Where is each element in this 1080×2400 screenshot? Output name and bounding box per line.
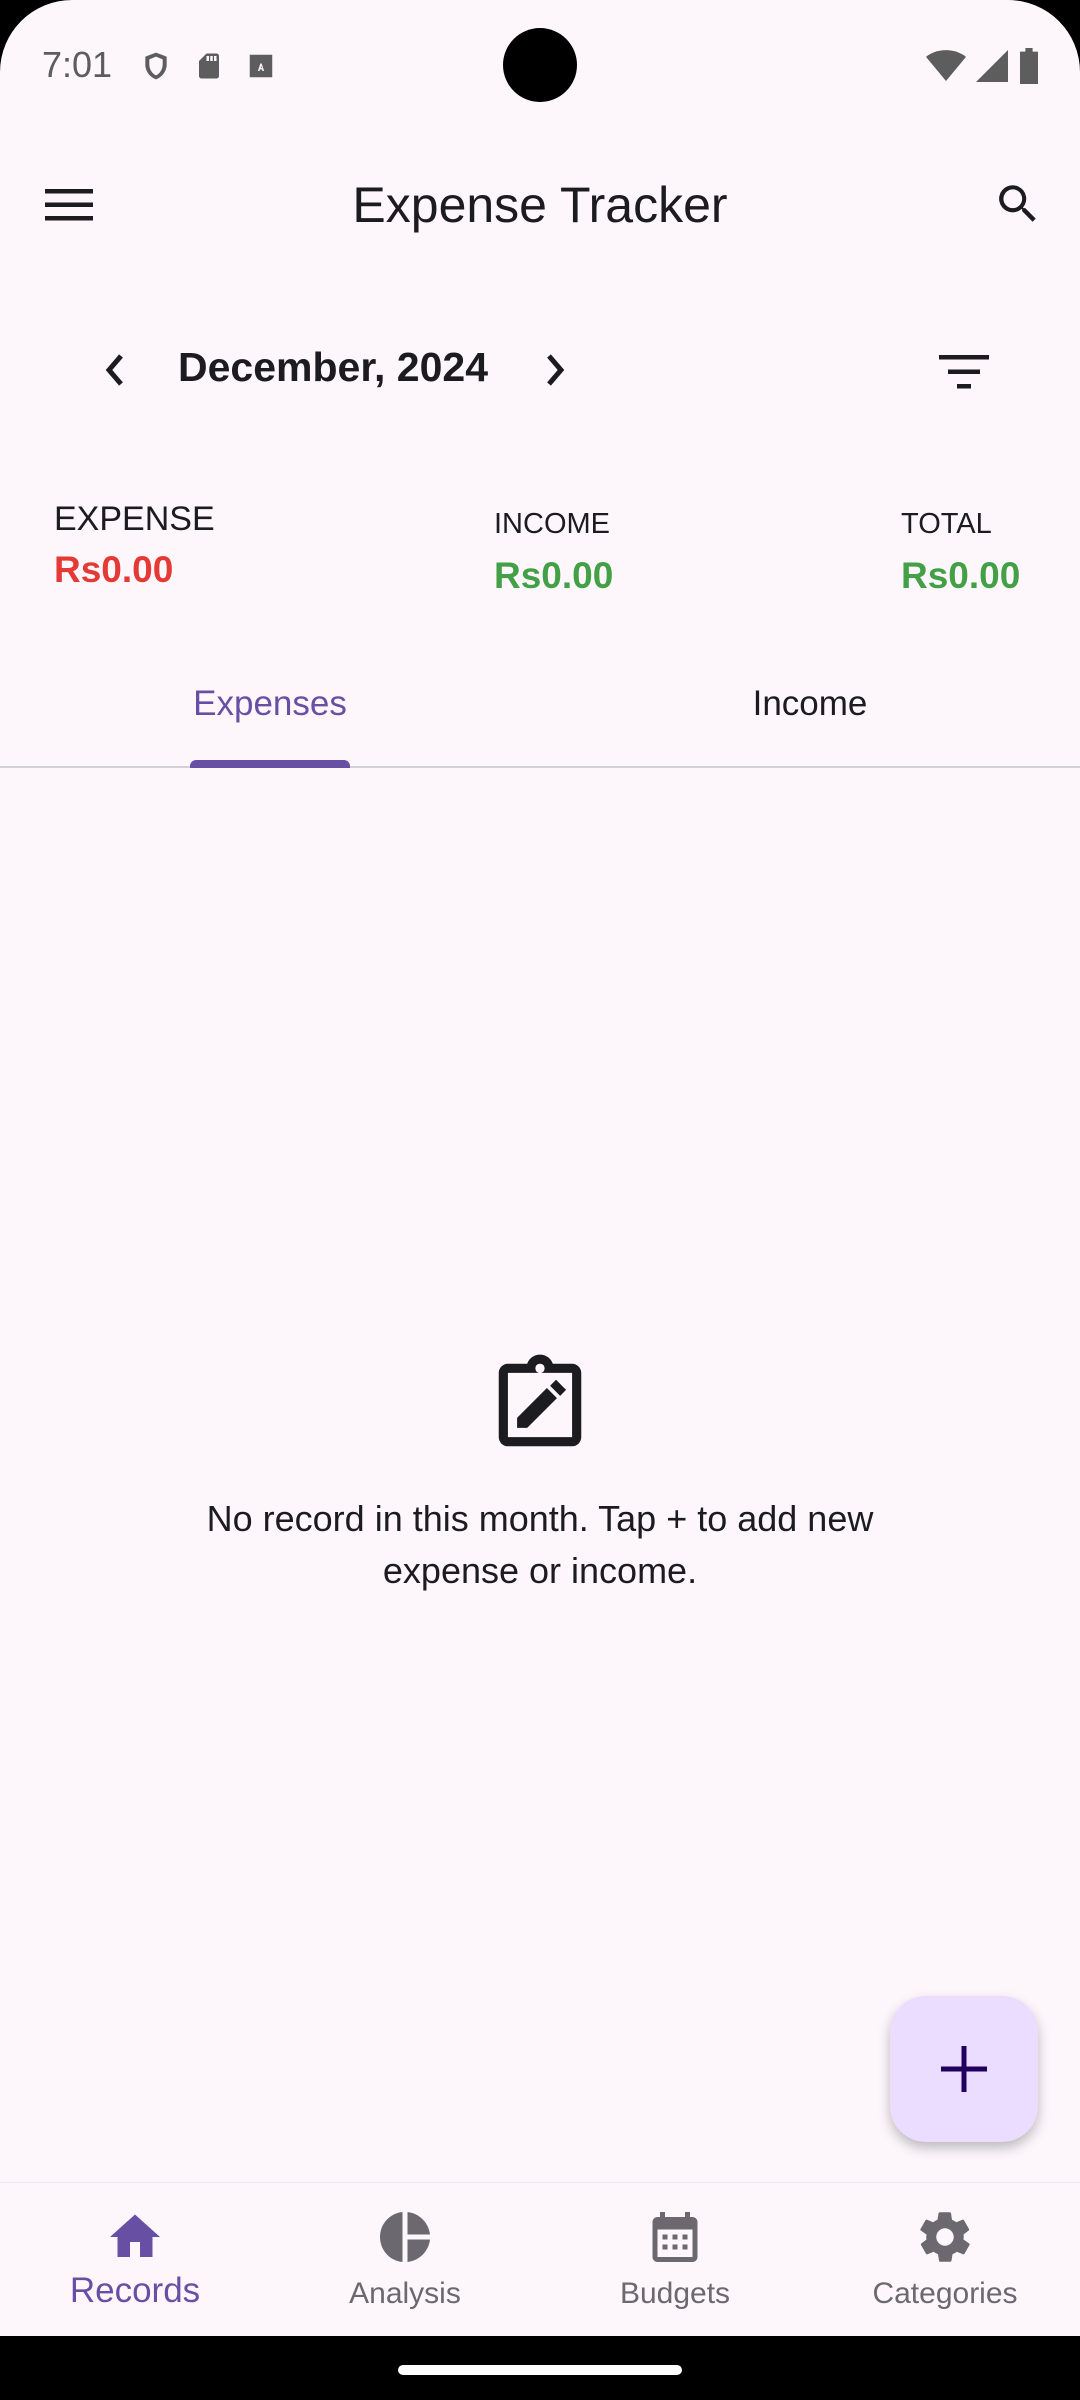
nav-item-analysis[interactable]: Analysis <box>270 2207 540 2311</box>
screen: 7:01 Expense Tracker December, 2024 EXPE… <box>0 0 1080 2336</box>
nav-label: Analysis <box>349 2277 461 2310</box>
home-icon <box>110 2214 160 2257</box>
total-label: TOTAL <box>901 508 992 540</box>
nav-label: Records <box>69 2271 201 2310</box>
total-summary: TOTAL Rs0.00 <box>901 500 1020 597</box>
page-title: Expense Tracker <box>352 177 728 233</box>
sd-card-icon <box>199 53 219 79</box>
tab-income[interactable]: Income <box>540 650 1080 766</box>
bottom-navigation: Records Analysis Budgets Categories <box>0 2182 1080 2336</box>
calendar-icon <box>652 2212 698 2262</box>
expense-value: Rs0.00 <box>54 549 174 590</box>
battery-icon <box>1020 48 1038 84</box>
font-download-icon <box>249 54 273 78</box>
chevron-right-icon <box>547 354 565 386</box>
status-icons-right <box>926 48 1040 84</box>
status-bar: 7:01 <box>0 0 1080 130</box>
add-record-button[interactable] <box>890 1996 1038 2142</box>
income-summary: INCOME Rs0.00 <box>494 500 613 597</box>
tab-label: Expenses <box>193 684 347 723</box>
record-tabs: Expenses Income <box>0 650 1080 768</box>
tab-label: Income <box>752 684 868 723</box>
income-label: INCOME <box>494 508 610 540</box>
next-month-button[interactable] <box>530 340 580 400</box>
nav-item-categories[interactable]: Categories <box>810 2207 1080 2311</box>
home-indicator[interactable] <box>398 2365 682 2375</box>
search-button[interactable] <box>986 172 1050 236</box>
empty-message: No record in this month. Tap + to add ne… <box>206 1498 874 1591</box>
filter-icon <box>939 355 989 389</box>
status-icons-left <box>140 48 276 84</box>
chevron-left-icon <box>105 354 123 386</box>
settings-icon <box>920 2212 970 2262</box>
tab-expenses[interactable]: Expenses <box>0 650 540 768</box>
nav-label: Categories <box>872 2277 1018 2310</box>
previous-month-button[interactable] <box>90 340 140 400</box>
month-selector: December, 2024 <box>0 330 1080 410</box>
income-value: Rs0.00 <box>494 555 614 596</box>
pie-chart-icon <box>380 2212 430 2262</box>
total-value: Rs0.00 <box>901 555 1021 596</box>
plus-icon <box>941 2046 987 2092</box>
status-time: 7:01 <box>42 44 113 85</box>
camera-cutout <box>503 28 577 102</box>
tab-indicator <box>190 760 350 768</box>
nav-item-budgets[interactable]: Budgets <box>540 2207 810 2311</box>
search-icon <box>999 185 1036 222</box>
expense-summary: EXPENSE Rs0.00 <box>54 500 215 591</box>
wifi-icon <box>926 50 966 81</box>
app-bar: Expense Tracker <box>0 150 1080 260</box>
filter-button[interactable] <box>932 340 996 404</box>
summary-panel: EXPENSE Rs0.00 INCOME Rs0.00 TOTAL Rs0.0… <box>0 500 1080 610</box>
edit-clipboard-icon <box>498 1354 582 1447</box>
month-label: December, 2024 <box>178 344 489 390</box>
signal-icon <box>976 50 1008 82</box>
nav-item-records[interactable]: Records <box>0 2207 270 2311</box>
nav-label: Budgets <box>619 2277 731 2310</box>
shield-icon <box>145 52 167 80</box>
empty-state: No record in this month. Tap + to add ne… <box>0 1350 1080 1597</box>
expense-label: EXPENSE <box>54 500 215 538</box>
